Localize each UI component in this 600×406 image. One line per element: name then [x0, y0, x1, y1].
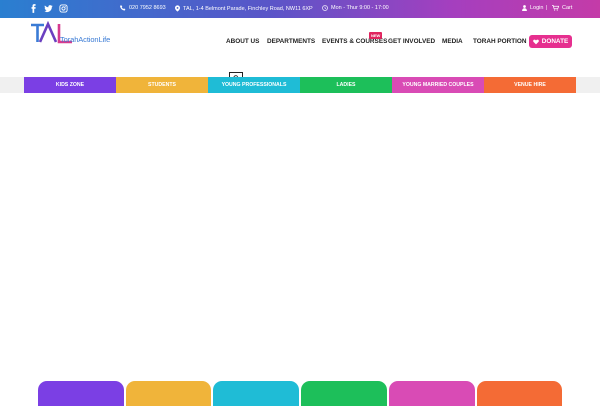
category-students[interactable]: STUDENTS [116, 77, 208, 93]
category-young-married-couples[interactable]: YOUNG MARRIED COUPLES [392, 77, 484, 93]
category-young-professionals[interactable]: YOUNG PROFESSIONALS [208, 77, 300, 93]
tile-young-married-couples[interactable] [389, 381, 475, 406]
login-label: Login [530, 5, 544, 11]
nav-about-us[interactable]: ABOUT US [226, 38, 259, 45]
category-venue-hire[interactable]: VENUE HIRE [484, 77, 576, 93]
nav-events-courses[interactable]: EVENTS & COURSES NEW [322, 32, 388, 45]
clock-icon [322, 5, 328, 11]
user-icon [522, 5, 527, 11]
nav-events-label: EVENTS & COURSES [322, 38, 388, 45]
donate-button[interactable]: DONATE [529, 35, 572, 48]
opening-hours: Mon - Thur 9:00 - 17:00 [322, 5, 389, 11]
phone-icon [120, 5, 126, 11]
separator-text: | [546, 5, 548, 11]
nav-media[interactable]: MEDIA [442, 38, 463, 45]
new-badge: NEW [369, 32, 383, 39]
address-contact: TAL, 1-4 Belmont Parade, Finchley Road, … [175, 5, 313, 12]
tile-students[interactable] [126, 381, 211, 406]
site-header: TorahActionLife ABOUT US DEPARTMENTS EVE… [0, 18, 600, 84]
nav-torah-portion[interactable]: TORAH PORTION [473, 38, 527, 45]
topbar-separator: | [546, 5, 547, 11]
phone-number: 020 7952 8693 [129, 5, 166, 11]
cart-link[interactable]: Cart [552, 5, 572, 11]
login-link[interactable]: Login [522, 5, 543, 11]
facebook-icon[interactable] [29, 4, 38, 13]
twitter-icon[interactable] [44, 4, 53, 13]
address-text: TAL, 1-4 Belmont Parade, Finchley Road, … [183, 5, 313, 12]
social-links [29, 4, 68, 13]
category-bar: KIDS ZONE STUDENTS YOUNG PROFESSIONALS L… [0, 77, 600, 93]
hero-area [0, 93, 600, 381]
site-logo[interactable]: TorahActionLife [30, 21, 140, 45]
phone-contact[interactable]: 020 7952 8693 [120, 5, 166, 11]
nav-get-involved[interactable]: GET INVOLVED [388, 38, 435, 45]
category-ladies[interactable]: LADIES [300, 77, 392, 93]
tile-venue-hire[interactable] [477, 381, 562, 406]
tile-young-professionals[interactable] [213, 381, 299, 406]
top-bar: 020 7952 8693 TAL, 1-4 Belmont Parade, F… [0, 0, 600, 18]
tile-ladies[interactable] [301, 381, 387, 406]
map-pin-icon [175, 5, 180, 12]
logo-tagline: TorahActionLife [60, 35, 111, 44]
category-kids-zone[interactable]: KIDS ZONE [24, 77, 116, 93]
cart-icon [552, 5, 559, 11]
cart-label: Cart [562, 5, 573, 11]
nav-departments[interactable]: DEPARTMENTS [267, 38, 315, 45]
hours-text: Mon - Thur 9:00 - 17:00 [331, 5, 389, 11]
heart-icon [532, 39, 539, 44]
donate-label: DONATE [541, 38, 569, 45]
instagram-icon[interactable] [59, 4, 68, 13]
tile-kids-zone[interactable] [38, 381, 124, 406]
